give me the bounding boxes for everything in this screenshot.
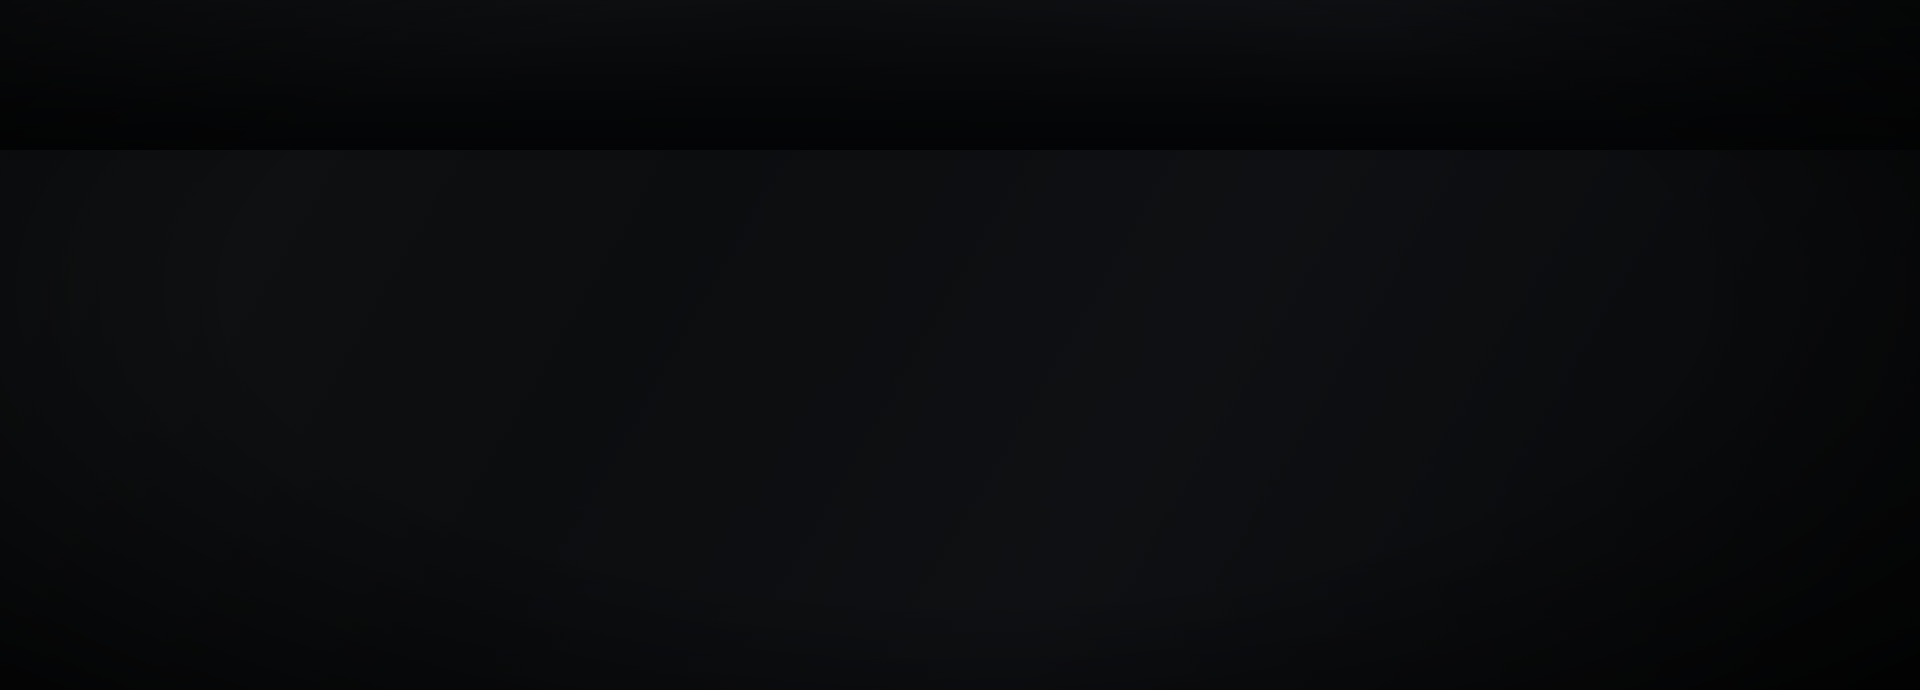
backlight-glow-layer [0,0,1920,690]
floor-shadow [0,0,1920,150]
instrument-collage [0,0,1920,690]
hero-scene [0,0,1920,690]
vignette [0,0,1920,690]
light-streaks-layer [0,0,1920,690]
